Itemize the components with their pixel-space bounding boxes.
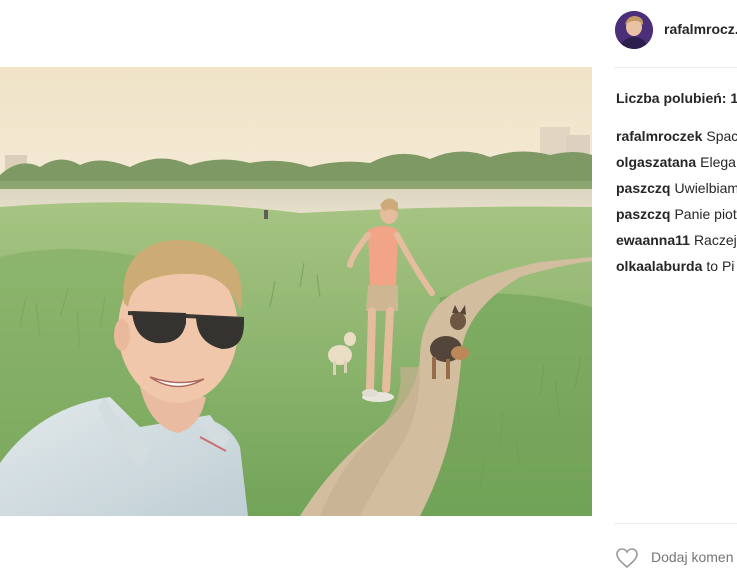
comment-item: olgaszatana Elega (616, 152, 737, 178)
comment-text: Elega (700, 154, 736, 170)
avatar[interactable] (615, 11, 653, 49)
comment-text: Uwielbiam (674, 180, 737, 196)
comment-text: Spac (706, 128, 737, 144)
post-header: rafalmrocz... (592, 0, 737, 67)
comment-item: paszczq Panie piot (616, 204, 737, 230)
selfie-photo-illustration (0, 67, 592, 516)
comment-username[interactable]: paszczq (616, 206, 670, 222)
comment-username[interactable]: olgaszatana (616, 154, 696, 170)
comment-username[interactable]: ewaanna11 (616, 232, 690, 248)
comment-text: to Pi (706, 258, 735, 274)
post-sidebar: rafalmrocz... Liczba polubień: 1 rafalmr… (592, 0, 737, 572)
post-username[interactable]: rafalmrocz... (664, 21, 737, 37)
post-actions (592, 532, 737, 572)
divider (614, 67, 737, 68)
comment-text: Raczej (693, 232, 737, 248)
comment-text: Panie piot (674, 206, 737, 222)
comment-username[interactable]: paszczq (616, 180, 670, 196)
comment-username[interactable]: rafalmroczek (616, 128, 702, 144)
comment-item: paszczq Uwielbiam (616, 178, 737, 204)
divider (614, 523, 737, 524)
comment-item: olkaalaburda to Pi (616, 256, 737, 282)
heart-outline-icon[interactable] (615, 547, 639, 569)
likes-count[interactable]: Liczba polubień: 1 (616, 90, 737, 106)
avatar-photo (615, 11, 653, 49)
add-comment-input[interactable] (651, 549, 737, 565)
comment-item: ewaanna11 Raczej (616, 230, 737, 256)
comment-list: rafalmroczek Spac olgaszatana Elega paszcz… (616, 126, 737, 282)
post-photo[interactable] (0, 67, 592, 516)
heart-outline-icon-glyph (616, 548, 638, 569)
comment-username[interactable]: olkaalaburda (616, 258, 702, 274)
comment-item: rafalmroczek Spac (616, 126, 737, 152)
